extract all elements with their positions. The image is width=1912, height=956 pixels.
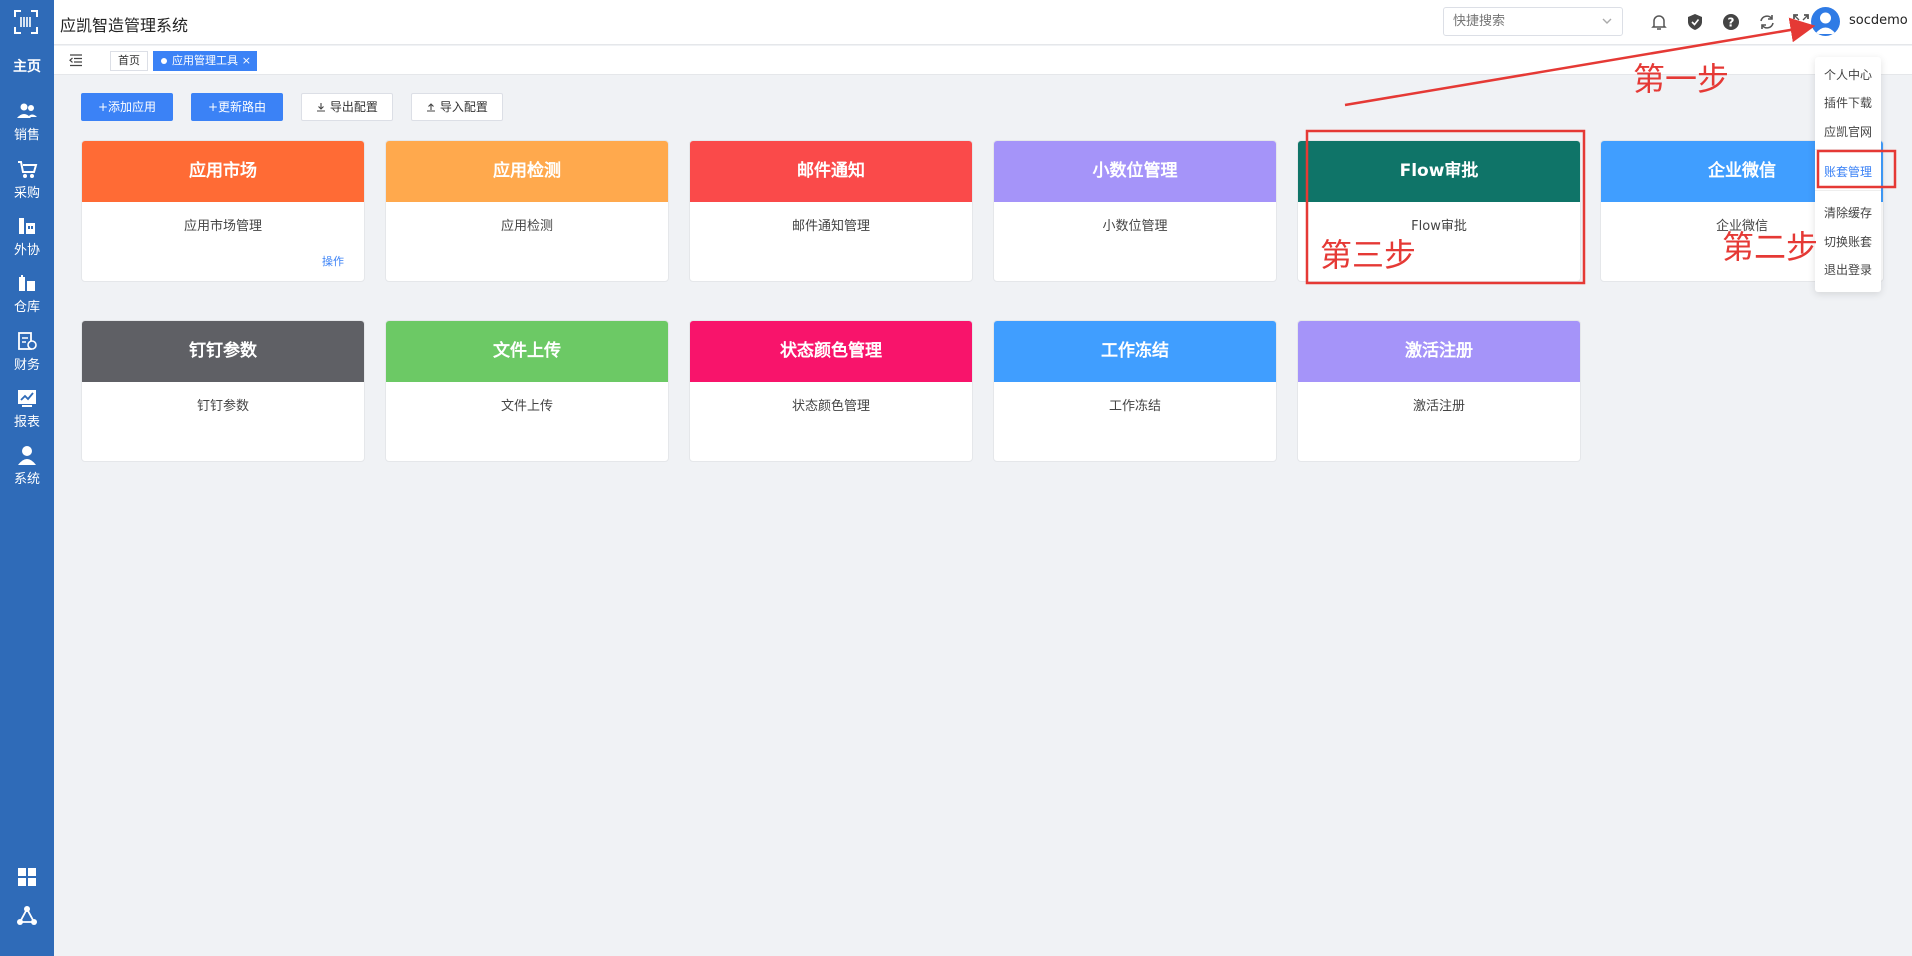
- card-title: 邮件通知: [690, 141, 972, 202]
- tab-label: 应用管理工具: [172, 54, 238, 67]
- chevron-down-icon: [1602, 18, 1612, 24]
- sidebar-item-label: 报表: [13, 415, 40, 430]
- app-card-status-color[interactable]: 状态颜色管理 状态颜色管理: [689, 320, 973, 462]
- menu-item-profile[interactable]: 个人中心: [1815, 66, 1881, 83]
- bell-icon[interactable]: [1649, 12, 1669, 32]
- sidebar-item-report[interactable]: 报表: [0, 387, 54, 430]
- grid-icon[interactable]: [16, 866, 38, 888]
- card-desc: 钉钉参数: [196, 399, 249, 414]
- refresh-icon[interactable]: [1757, 12, 1777, 32]
- app-card-decimal[interactable]: 小数位管理 小数位管理: [993, 140, 1277, 282]
- menu-item-account-set[interactable]: 账套管理: [1815, 163, 1881, 180]
- shield-icon[interactable]: [1685, 12, 1705, 32]
- quick-search-input[interactable]: [1453, 8, 1603, 35]
- users-icon: [17, 103, 37, 118]
- sidebar-item-label: 外协: [13, 243, 40, 258]
- sidebar-item-label: 采购: [13, 186, 40, 201]
- card-title: 应用市场: [82, 141, 364, 202]
- card-desc: 应用检测: [500, 219, 553, 234]
- app-card-activate[interactable]: 激活注册 激活注册: [1297, 320, 1581, 462]
- upload-icon: [427, 103, 436, 112]
- card-title: 应用检测: [386, 141, 668, 202]
- card-desc: 小数位管理: [1102, 219, 1168, 234]
- tab-home[interactable]: 首页: [110, 51, 148, 71]
- update-route-button[interactable]: +更新路由: [191, 93, 283, 121]
- card-title: 文件上传: [386, 321, 668, 382]
- sidebar: 主页 销售 采购 外协 仓库 财务 报表 系统: [0, 0, 54, 956]
- download-icon: [317, 103, 326, 112]
- card-desc: 文件上传: [500, 399, 553, 414]
- app-card-upload[interactable]: 文件上传 文件上传: [385, 320, 669, 462]
- user-dropdown-menu: 个人中心 插件下载 应凯官网 账套管理 清除缓存 切换账套 退出登录: [1815, 57, 1881, 292]
- help-icon[interactable]: ?: [1721, 12, 1741, 32]
- card-title: 小数位管理: [994, 141, 1276, 202]
- annotation-step-2: 第二步: [1722, 228, 1819, 266]
- card-title: 激活注册: [1298, 321, 1580, 382]
- finance-icon: [18, 332, 37, 350]
- username[interactable]: socdemo: [1849, 13, 1908, 28]
- annotation-step-3: 第三步: [1320, 236, 1417, 274]
- import-config-button[interactable]: 导入配置: [411, 93, 503, 121]
- sidebar-item-finance[interactable]: 财务: [0, 330, 54, 373]
- app-title: 应凯智造管理系统: [60, 16, 189, 35]
- card-title: 钉钉参数: [82, 321, 364, 382]
- warehouse-icon: [19, 275, 35, 291]
- sidebar-item-label: 仓库: [13, 300, 40, 315]
- sidebar-item-label: 销售: [13, 128, 40, 143]
- network-icon[interactable]: [16, 905, 38, 927]
- add-app-button[interactable]: +添加应用: [81, 93, 173, 121]
- app-card-dingtalk[interactable]: 钉钉参数 钉钉参数: [81, 320, 365, 462]
- menu-divider: [1815, 190, 1881, 191]
- app-card-freeze[interactable]: 工作冻结 工作冻结: [993, 320, 1277, 462]
- card-desc: 邮件通知管理: [791, 219, 870, 234]
- cart-icon: [18, 161, 38, 178]
- scanner-logo-icon: [14, 10, 38, 34]
- menu-item-logout[interactable]: 退出登录: [1815, 261, 1881, 278]
- report-icon: [18, 390, 36, 407]
- sidebar-item-system[interactable]: 系统: [0, 444, 54, 487]
- menu-item-clear-cache[interactable]: 清除缓存: [1815, 204, 1881, 221]
- sidebar-item-label: 系统: [13, 472, 40, 487]
- svg-text:?: ?: [1728, 16, 1735, 30]
- card-operation-link[interactable]: 操作: [322, 253, 344, 269]
- menu-fold-icon[interactable]: [68, 52, 84, 68]
- avatar[interactable]: [1811, 7, 1840, 36]
- card-desc: 激活注册: [1412, 399, 1465, 414]
- sidebar-item-outsource[interactable]: 外协: [0, 215, 54, 258]
- card-title: 工作冻结: [994, 321, 1276, 382]
- menu-divider: [1815, 149, 1881, 150]
- card-title: 状态颜色管理: [690, 321, 972, 382]
- user-avatar-icon: [1815, 12, 1836, 34]
- sidebar-item-sales[interactable]: 销售: [0, 100, 54, 143]
- fullscreen-icon[interactable]: [1791, 12, 1811, 32]
- export-config-label: 导出配置: [329, 100, 378, 114]
- active-dot-icon: [161, 58, 167, 64]
- menu-item-switch-account[interactable]: 切换账套: [1815, 233, 1881, 250]
- factory-icon: [19, 218, 35, 234]
- menu-item-website[interactable]: 应凯官网: [1815, 123, 1881, 140]
- app-card-mail[interactable]: 邮件通知 邮件通知管理: [689, 140, 973, 282]
- card-desc: 应用市场管理: [183, 219, 262, 234]
- app-card-detect[interactable]: 应用检测 应用检测: [385, 140, 669, 282]
- person-icon: [18, 446, 36, 465]
- card-title: Flow审批: [1298, 141, 1580, 202]
- close-icon[interactable]: ×: [242, 52, 251, 70]
- sidebar-item-home[interactable]: 主页: [0, 56, 54, 76]
- menu-item-plugin-download[interactable]: 插件下载: [1815, 94, 1881, 111]
- top-header: 应凯智造管理系统 ? socdemo: [54, 0, 1912, 45]
- sidebar-item-warehouse[interactable]: 仓库: [0, 272, 54, 315]
- card-desc: 工作冻结: [1108, 399, 1161, 414]
- export-config-button[interactable]: 导出配置: [301, 93, 393, 121]
- sidebar-item-purchase[interactable]: 采购: [0, 158, 54, 201]
- card-desc: 状态颜色管理: [791, 399, 870, 414]
- sidebar-item-label: 财务: [13, 358, 40, 373]
- import-config-label: 导入配置: [439, 100, 488, 114]
- app-card-market[interactable]: 应用市场 应用市场管理 操作: [81, 140, 365, 282]
- tab-app-management[interactable]: 应用管理工具 ×: [153, 51, 257, 71]
- quick-search-select[interactable]: [1443, 7, 1623, 36]
- annotation-step-1: 第一步: [1633, 60, 1730, 98]
